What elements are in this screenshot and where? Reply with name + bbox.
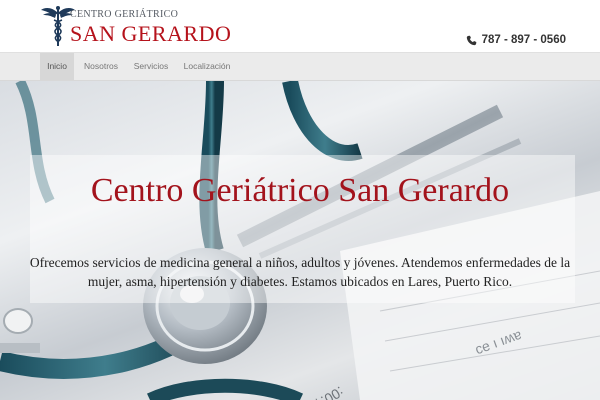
hero-description: Ofrecemos servicios de medicina general … [29,255,571,289]
main-navigation: Inicio Nosotros Servicios Localización [0,52,600,81]
nav-item-localizacion[interactable]: Localización [178,53,236,80]
phone-number: 787 - 897 - 0560 [481,34,566,46]
svg-text::00:†l: :00:†l [309,383,347,400]
hero-banner: awı ı əɔ :00:†l Centro Geriátrico San Ge… [0,81,600,400]
nav-item-nosotros[interactable]: Nosotros [78,53,124,80]
hero-title: Centro Geriátrico San Gerardo [90,172,510,209]
phone-contact[interactable]: 787 - 897 - 0560 [466,34,566,46]
logo-title: SAN GERARDO [70,21,232,46]
nav-item-servicios[interactable]: Servicios [128,53,174,80]
site-header: CENTRO GERIÁTRICO SAN GERARDO 787 - 897 … [0,0,600,52]
phone-icon [466,35,476,45]
site-logo[interactable]: CENTRO GERIÁTRICO SAN GERARDO [40,4,231,50]
nav-item-inicio[interactable]: Inicio [40,53,74,80]
logo-subtitle: CENTRO GERIÁTRICO [70,9,179,20]
